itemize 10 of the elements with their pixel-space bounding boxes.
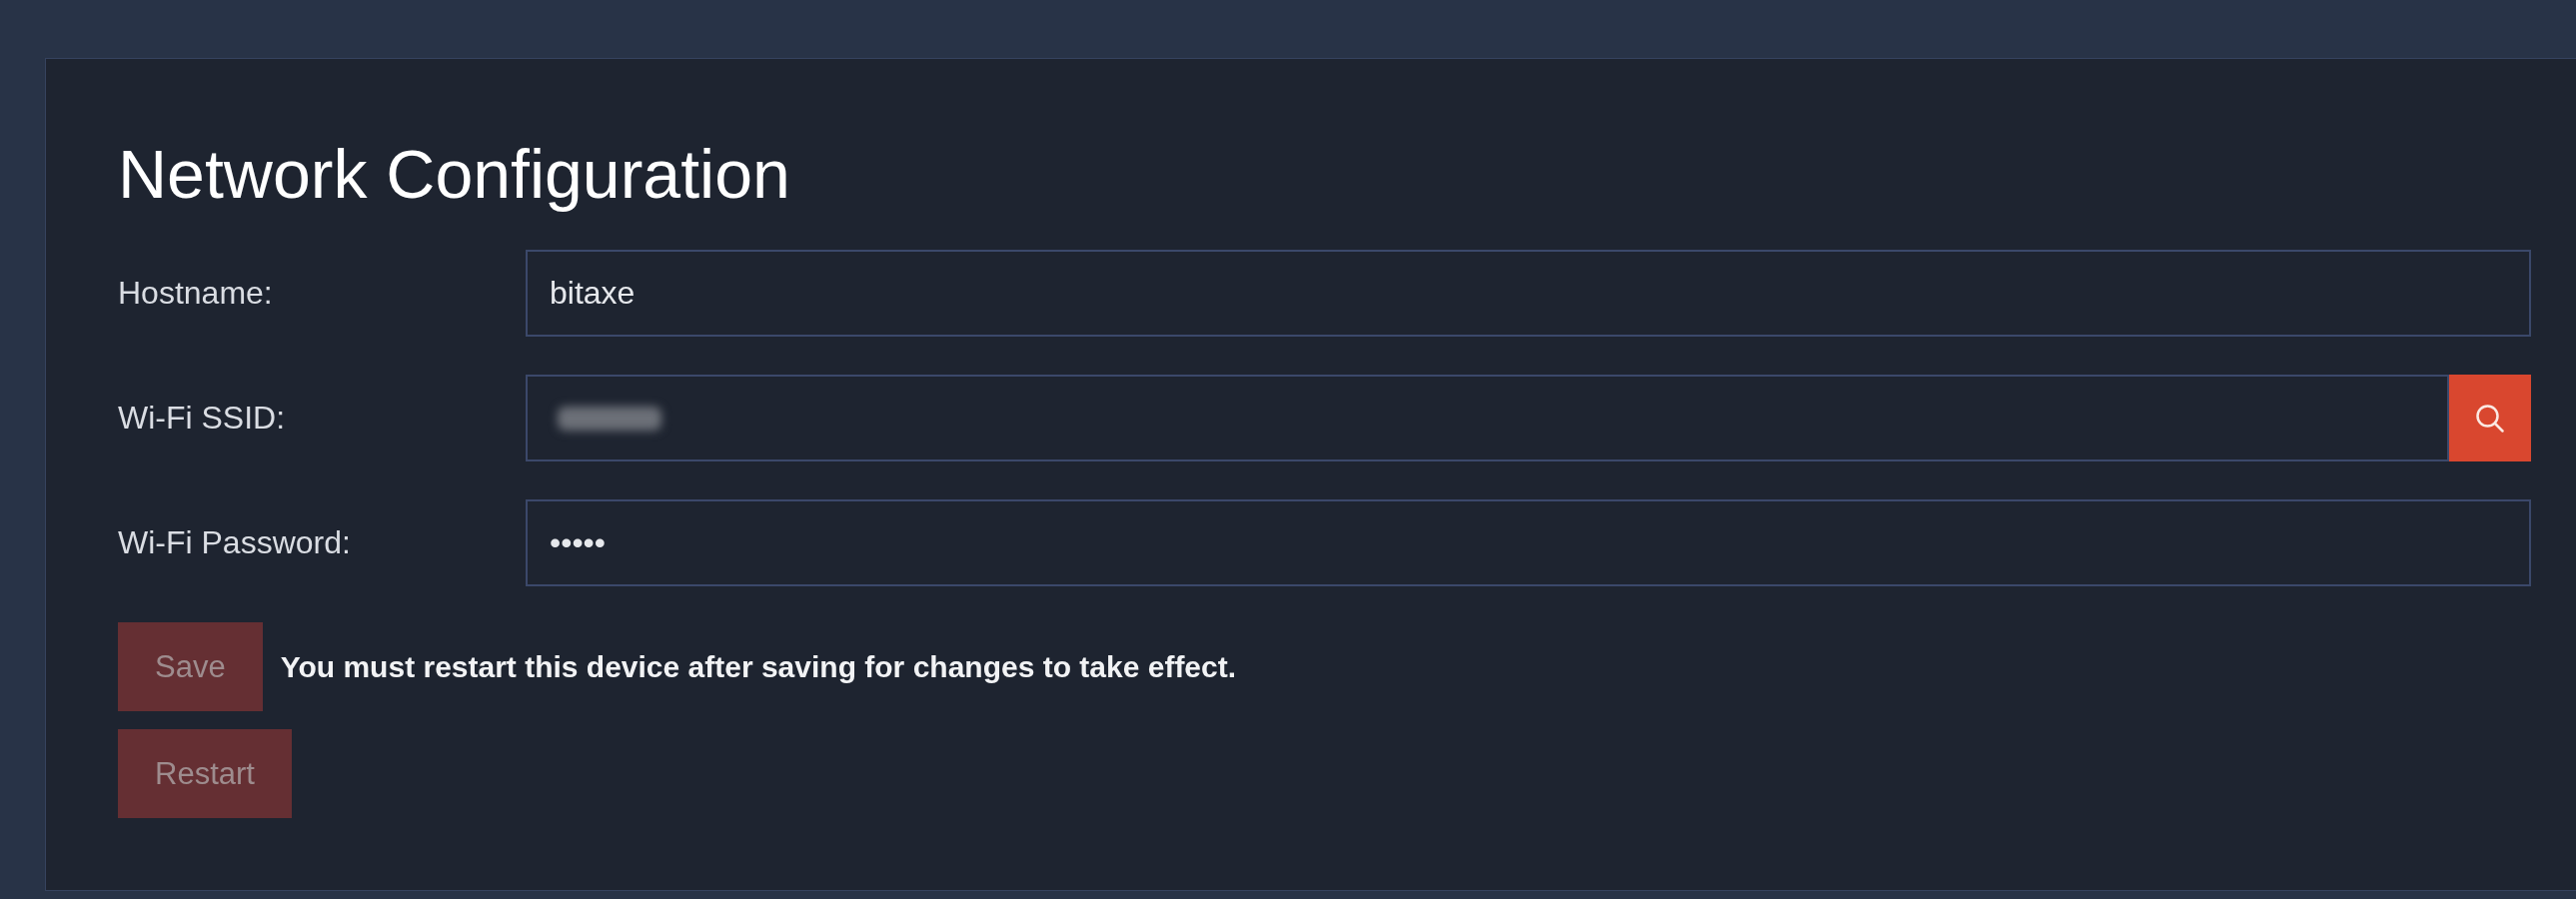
section-title: Network Configuration [118, 135, 790, 214]
field-label: Wi-Fi SSID: [118, 400, 287, 437]
text-field[interactable]: bitaxe [526, 250, 2531, 337]
text-field[interactable] [526, 375, 2449, 461]
search-icon [2475, 403, 2505, 434]
text-field[interactable]: ••••• [526, 499, 2531, 586]
restart-notice: You must restart this device after saving for changes to take effect. [280, 649, 1237, 684]
field-label: Wi-Fi Password: [118, 524, 352, 561]
search-button[interactable] [2449, 375, 2531, 461]
field-label: Hostname: [118, 275, 274, 312]
